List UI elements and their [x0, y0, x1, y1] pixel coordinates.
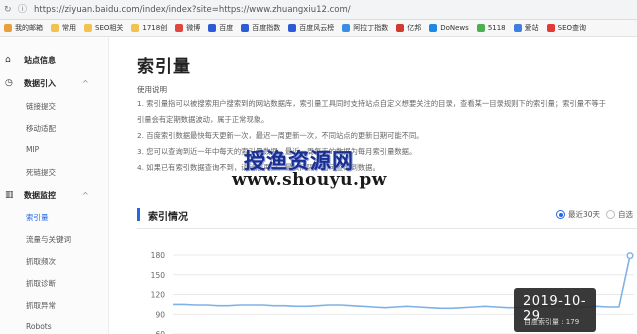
- bookmark-label: 百度指数: [252, 24, 281, 32]
- page-title: 索引量: [137, 57, 191, 77]
- bookmark-icon: [208, 24, 217, 32]
- bookmark-item[interactable]: 常用: [51, 23, 76, 33]
- bookmark-item[interactable]: 我的邮箱: [4, 23, 43, 33]
- sidebar-group-label: 数据引入: [24, 78, 56, 88]
- bookmark-icon: [51, 24, 59, 32]
- bookmark-item[interactable]: 微博: [175, 23, 200, 33]
- radio-last-30-days[interactable]: [556, 210, 565, 219]
- watermark-url: www.shouyu.pw: [232, 170, 387, 190]
- sidebar-group-site-info[interactable]: ⌂ 站点信息: [0, 50, 108, 70]
- data-point-highlight[interactable]: [626, 252, 634, 260]
- sidebar-item-crawl-errors[interactable]: 抓取异常: [26, 300, 56, 311]
- bookmark-label: 百度: [219, 24, 234, 32]
- y-tick-label: 90: [155, 310, 165, 319]
- bookmark-icon: [429, 24, 438, 32]
- sidebar-item-mobile-adapt[interactable]: 移动适配: [26, 123, 56, 134]
- sidebar-item-link-submit[interactable]: 链接提交: [26, 101, 56, 112]
- sidebar-item-deadlink-submit[interactable]: 死链提交: [26, 167, 56, 178]
- usage-line: 1. 索引量指可以被搜索用户搜索到的网站数据库，索引量工具同时支持站点自定义想要…: [137, 99, 606, 108]
- tooltip-value: 百度索引量 : 179: [524, 318, 580, 326]
- bookmark-icon: [546, 24, 555, 32]
- bar-chart-icon: ▥: [5, 190, 14, 200]
- bookmark-item[interactable]: 百度指数: [241, 23, 280, 33]
- upload-icon: ◷: [5, 78, 13, 88]
- sidebar-item-crawl-diagnosis[interactable]: 抓取诊断: [26, 278, 56, 289]
- usage-line: 引量会有定期数据波动，属于正常现象。: [137, 115, 269, 124]
- address-bar[interactable]: ↻ ⓘ https://ziyuan.baidu.com/index/index…: [0, 0, 637, 20]
- usage-line: 2. 百度索引数据最快每天更新一次，最迟一周更新一次，不同站点的更新日期可能不同…: [137, 131, 424, 140]
- bookmark-item[interactable]: 爱站: [513, 23, 539, 33]
- chart-tooltip: 2019-10-29 百度索引量 : 179: [514, 288, 596, 332]
- refresh-icon[interactable]: ↻: [4, 5, 14, 15]
- divider: [137, 228, 637, 229]
- bookmark-label: SEO查询: [557, 24, 587, 32]
- bookmark-label: 5118: [487, 24, 506, 32]
- bookmark-icon: [241, 24, 250, 32]
- bookmark-item[interactable]: 1718创: [131, 23, 167, 33]
- sidebar-group-label: 站点信息: [24, 55, 56, 65]
- bookmark-icon: [288, 24, 297, 32]
- bookmark-item[interactable]: DoNews: [429, 24, 469, 32]
- sidebar-group-data-import[interactable]: ◷ 数据引入 ^: [0, 73, 108, 93]
- bookmark-item[interactable]: 阿拉丁指数: [342, 23, 388, 33]
- bookmark-label: 爱站: [524, 24, 539, 32]
- bookmark-item[interactable]: 百度风云榜: [288, 23, 334, 33]
- sidebar-item-mip[interactable]: MIP: [26, 145, 39, 154]
- bookmark-label: 阿拉丁指数: [353, 24, 389, 32]
- sidebar-item-crawl-frequency[interactable]: 抓取频次: [26, 256, 56, 267]
- bookmark-icon: [4, 24, 12, 32]
- url-text[interactable]: https://ziyuan.baidu.com/index/index?sit…: [34, 5, 351, 15]
- range-selector: 最近30天 自选: [556, 209, 633, 220]
- home-icon: ⌂: [5, 55, 11, 65]
- bookmark-item[interactable]: 百度: [208, 23, 233, 33]
- y-tick-label: 120: [151, 291, 166, 300]
- chevron-up-icon[interactable]: ^: [82, 79, 89, 88]
- bookmark-item[interactable]: SEO查询: [546, 23, 587, 33]
- bookmark-label: 微博: [186, 24, 201, 32]
- bookmark-icon: [396, 24, 405, 32]
- lock-icon: ⓘ: [18, 4, 28, 15]
- bookmark-item[interactable]: 亿邦: [396, 23, 421, 33]
- bookmark-label: 亿邦: [407, 24, 422, 32]
- bookmark-icon: [131, 24, 140, 32]
- chevron-up-icon[interactable]: ^: [82, 191, 89, 200]
- usage-heading: 使用说明: [137, 85, 167, 94]
- sidebar-group-label: 数据监控: [24, 190, 56, 200]
- bookmark-label: DoNews: [440, 24, 469, 32]
- bookmark-icon: [84, 24, 92, 32]
- bookmark-label: 我的邮箱: [15, 24, 43, 32]
- bookmark-label: 1718创: [142, 24, 168, 32]
- sidebar-item-traffic-keywords[interactable]: 流量与关键词: [26, 234, 71, 245]
- radio-label: 自选: [618, 210, 634, 219]
- bookmark-icon: [342, 24, 351, 32]
- bookmarks-bar: 我的邮箱 常用 SEO相关 1718创 微博 百度 百度指数 百度风云榜 阿拉丁指数 亿邦 DoNe…: [0, 20, 637, 37]
- bookmark-item[interactable]: SEO相关: [84, 23, 123, 33]
- bookmark-icon: [476, 24, 485, 32]
- y-tick-label: 180: [151, 251, 166, 260]
- bookmark-label: 常用: [62, 24, 76, 32]
- sidebar-item-robots[interactable]: Robots: [26, 322, 52, 331]
- bookmark-label: SEO相关: [95, 24, 124, 32]
- section-accent-bar: [137, 208, 140, 221]
- radio-label: 最近30天: [568, 210, 601, 219]
- bookmark-label: 百度风云榜: [299, 24, 335, 32]
- radio-custom[interactable]: [606, 210, 616, 219]
- sidebar-item-index-volume[interactable]: 索引量: [26, 212, 49, 223]
- sidebar-group-data-monitor[interactable]: ▥ 数据监控 ^: [0, 185, 108, 205]
- bookmark-icon: [513, 24, 522, 32]
- section-title: 索引情况: [148, 212, 188, 223]
- sidebar: ⌂ 站点信息 ◷ 数据引入 ^ 链接提交 移动适配 MIP 死链提交 ▥ 数据监…: [0, 37, 109, 334]
- y-tick-label: 150: [151, 271, 166, 280]
- bookmark-icon: [175, 24, 184, 32]
- y-tick-label: 60: [155, 330, 165, 334]
- bookmark-item[interactable]: 5118: [476, 24, 506, 32]
